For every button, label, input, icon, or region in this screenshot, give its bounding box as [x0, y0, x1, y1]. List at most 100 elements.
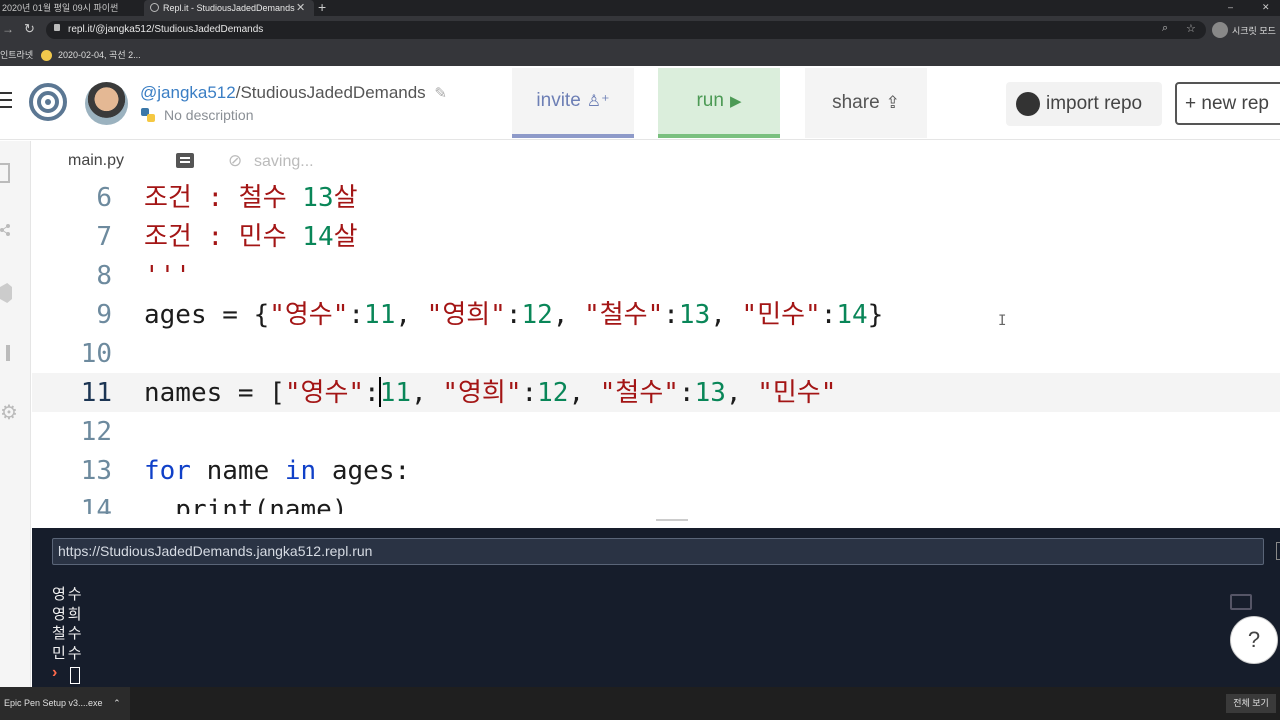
code-line[interactable]: 7 조건 : 민수 14살: [32, 218, 1280, 257]
reload-icon[interactable]: ↻: [24, 21, 35, 37]
run-button[interactable]: run ▶: [658, 68, 780, 138]
import-label: import repo: [1046, 93, 1143, 114]
code-token-plain: ages:: [316, 456, 411, 486]
forward-icon[interactable]: →: [2, 22, 14, 36]
replit-favicon-icon: [150, 3, 159, 12]
code-text: 조건 : 민수 14살: [144, 218, 358, 257]
code-text: ages = {"영수":11, "영희":12, "철수":13, "민수":…: [144, 296, 883, 335]
address-input[interactable]: repl.it/@jangka512/StudiousJadedDemands …: [46, 21, 1206, 39]
code-token-str: "영희": [442, 378, 522, 408]
code-token-str: 살: [333, 222, 358, 252]
share-label: share: [832, 92, 880, 113]
tab-close-icon[interactable]: ✕: [296, 0, 305, 16]
taskbar-item-label: Epic Pen Setup v3....exe: [4, 698, 103, 708]
sidebar: ⚙: [0, 141, 31, 687]
code-editor[interactable]: 6 조건 : 철수 13살 7 조건 : 민수 14살 8 ''' 9 ages = {"영수…: [32, 181, 1280, 514]
code-token-str: 조건 : 민수: [144, 222, 303, 252]
line-number: 7: [96, 222, 112, 252]
code-text: ''': [144, 257, 191, 296]
files-icon[interactable]: [0, 163, 10, 183]
new-repl-button[interactable]: + new rep: [1175, 82, 1280, 125]
code-line[interactable]: 10: [32, 335, 1280, 374]
saving-check-icon: ⊘: [228, 151, 243, 170]
code-token-plain: name: [190, 456, 285, 486]
invite-button[interactable]: invite ♙⁺: [512, 68, 634, 138]
taskbar-item[interactable]: Epic Pen Setup v3....exe ⌃: [0, 687, 130, 720]
file-tab-bar: main.py ⊘ saving...: [32, 141, 1280, 181]
code-token-num: 14: [836, 300, 868, 330]
code-token-num: 14: [302, 222, 334, 252]
show-all-button[interactable]: 전체 보기: [1226, 694, 1276, 713]
code-token-plain: ,: [568, 378, 600, 408]
code-line[interactable]: 14 print(name): [32, 491, 1280, 514]
code-token-kw: for: [144, 456, 191, 486]
code-line[interactable]: 6 조건 : 철수 13살: [32, 181, 1280, 218]
import-repo-button[interactable]: import repo: [1006, 82, 1162, 126]
code-token-num: 11: [379, 378, 412, 408]
new-tab-button[interactable]: +: [318, 0, 326, 15]
line-number: 12: [80, 417, 112, 447]
star-icon[interactable]: ☆: [1186, 22, 1196, 35]
close-window-icon[interactable]: ✕: [1262, 0, 1270, 14]
incognito-icon[interactable]: [1212, 22, 1228, 38]
bookmarks-bar: 인트라넷 2020-02-04, 곡선 2...: [0, 44, 1280, 66]
edit-pencil-icon[interactable]: ✎: [434, 85, 447, 102]
code-token-num: 13: [302, 183, 334, 213]
packages-icon[interactable]: [0, 283, 12, 303]
bookmark-item[interactable]: 인트라넷: [0, 44, 33, 66]
code-token-plain: names = [: [144, 378, 285, 408]
open-new-window-icon[interactable]: [1276, 542, 1280, 560]
line-number: 10: [80, 339, 112, 369]
line-number: 13: [80, 456, 112, 486]
add-user-icon: ♙⁺: [586, 93, 610, 110]
play-icon: ▶: [729, 93, 742, 110]
avatar[interactable]: [85, 82, 128, 125]
console-output-line: 민수: [52, 645, 84, 662]
code-line[interactable]: 9 ages = {"영수":11, "영희":12, "철수":13, "민수"…: [32, 296, 1280, 335]
pane-splitter[interactable]: [32, 514, 1280, 528]
console-cursor[interactable]: [70, 667, 80, 684]
code-line[interactable]: 13 for name in ages:: [32, 452, 1280, 491]
code-token-str: "민수": [757, 378, 837, 408]
file-tab-main[interactable]: main.py: [68, 152, 124, 170]
menu-icon[interactable]: [0, 92, 12, 108]
address-bar-row: → ↻ repl.it/@jangka512/StudiousJadedDema…: [0, 16, 1280, 44]
line-number: 14: [80, 495, 112, 514]
code-token-plain: ages = {: [144, 300, 270, 330]
owner-link[interactable]: @jangka512: [140, 83, 236, 102]
console-output-line: 영수: [52, 586, 84, 603]
code-token-num: 12: [521, 300, 553, 330]
code-text: 조건 : 철수 13살: [144, 181, 358, 218]
console-output-line: 영희: [52, 606, 84, 623]
code-token-num: 12: [537, 378, 569, 408]
help-button[interactable]: ?: [1230, 616, 1278, 664]
share-button[interactable]: share ⇪: [805, 68, 927, 138]
code-line[interactable]: 11 names = ["영수":11, "영희":12, "철수":13, "민…: [32, 374, 1280, 413]
code-token-plain: :: [820, 300, 837, 330]
address-text: repl.it/@jangka512/StudiousJadedDemands: [68, 24, 264, 35]
code-line[interactable]: 12: [32, 413, 1280, 452]
format-icon[interactable]: [176, 153, 194, 168]
code-token-str: "영희": [426, 300, 506, 330]
clear-console-icon[interactable]: [1230, 594, 1252, 610]
code-token-num: 13: [694, 378, 726, 408]
bookmark-item[interactable]: 2020-02-04, 곡선 2...: [58, 44, 141, 66]
browser-tab-label: Repl.it - StudiousJadedDemands: [163, 3, 295, 13]
minimize-icon[interactable]: –: [1228, 0, 1233, 14]
settings-gear-icon[interactable]: ⚙: [0, 403, 18, 423]
python-icon: [140, 107, 156, 123]
repl-url-bar[interactable]: https://StudiousJadedDemands.jangka512.r…: [52, 538, 1264, 565]
replit-logo-icon[interactable]: [28, 82, 68, 122]
zoom-icon[interactable]: ⌕: [1162, 22, 1168, 35]
share-nodes-icon[interactable]: [0, 223, 12, 237]
browser-tab-active[interactable]: Repl.it - StudiousJadedDemands: [144, 0, 314, 16]
github-icon: [1016, 92, 1040, 116]
code-line[interactable]: 8 ''': [32, 257, 1280, 296]
repl-name[interactable]: StudiousJadedDemands: [240, 83, 425, 102]
splitter-handle[interactable]: [656, 519, 688, 521]
browser-tab[interactable]: 2020년 01월 평일 09시 파이썬: [0, 0, 140, 16]
debugger-icon[interactable]: [0, 345, 12, 361]
chevron-up-icon[interactable]: ⌃: [113, 698, 121, 708]
code-token-plain: ,: [552, 300, 585, 330]
code-token-plain: :: [663, 300, 679, 330]
